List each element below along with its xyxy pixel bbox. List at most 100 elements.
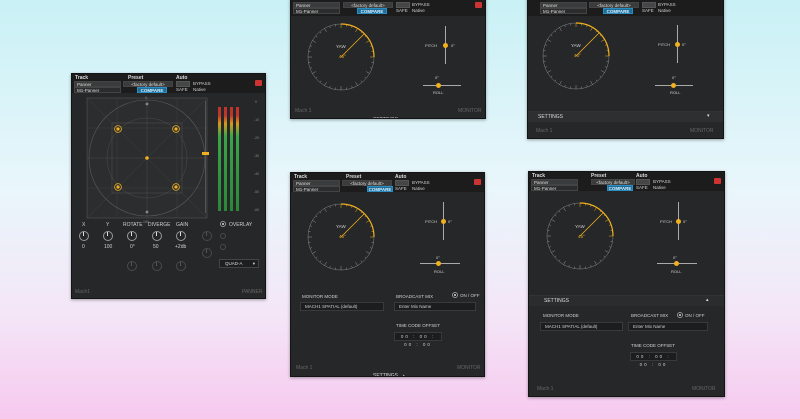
bypass-label[interactable]: BYPASS (412, 2, 430, 7)
dial-tick (604, 219, 609, 222)
settings-bar[interactable]: SETTINGS ▾ (528, 111, 723, 122)
rotate-knob[interactable] (127, 231, 137, 241)
broadcast-mix-label: BROADCAST MIX (631, 313, 669, 318)
native-label[interactable]: Native (412, 8, 425, 13)
gain-knob[interactable] (176, 231, 186, 241)
dial-tick (554, 79, 557, 82)
native-label[interactable]: Native (412, 186, 425, 191)
monitor-mode-select[interactable]: MACH1 SPATIAL (default) (540, 322, 623, 331)
dial-tick (324, 81, 327, 86)
y-knob[interactable] (103, 231, 113, 241)
compare-button[interactable]: COMPARE (357, 8, 387, 14)
bypass-label[interactable]: BYPASS (658, 2, 676, 7)
safe-label[interactable]: SAFE (395, 186, 407, 191)
settings-bar[interactable]: SETTINGS ▴ (529, 295, 724, 306)
pitch-slider-handle[interactable] (441, 219, 446, 224)
chevron-up-icon: ▴ (706, 297, 709, 303)
mix-name-input[interactable]: Enter Mix Name (628, 322, 708, 331)
yaw-label: YAW (575, 224, 585, 229)
rotate-value: 0° (130, 244, 135, 250)
dial-tick (355, 28, 358, 33)
mode-value: QUAD-A (225, 261, 243, 266)
compare-button[interactable]: COMPARE (607, 185, 633, 191)
time-code-input[interactable]: 00 : 00 : 00 : 00 (630, 352, 677, 367)
pitch-value: 0° (682, 42, 686, 47)
broadcast-on-off-radio[interactable] (452, 292, 458, 298)
panner-grid[interactable] (86, 97, 208, 219)
dial-tick (604, 250, 609, 253)
dial-tick (547, 70, 552, 73)
roll-slider-handle[interactable] (436, 261, 441, 266)
close-icon[interactable] (474, 179, 481, 185)
dial-tick (319, 211, 322, 214)
monitor-mode-select[interactable]: MACH1 SPATIAL (default) (300, 302, 384, 311)
safe-label[interactable]: SAFE (636, 185, 648, 190)
safe-label[interactable]: SAFE (176, 87, 188, 92)
dial-tick (312, 220, 317, 223)
safe-label[interactable]: SAFE (642, 8, 654, 13)
close-icon[interactable] (475, 2, 482, 8)
close-icon[interactable] (255, 80, 262, 86)
bypass-label[interactable]: BYPASS (193, 81, 211, 86)
meter-scale-label: -40 (254, 172, 260, 176)
meter-scale-label: 0 (255, 100, 257, 104)
disabled-knob (202, 231, 212, 241)
compare-button[interactable]: COMPARE (367, 186, 393, 192)
dial-tick (547, 39, 552, 42)
monitor-plugin-window: Panner M1-Panner <factory default> COMPA… (527, 0, 724, 139)
roll-slider-track[interactable] (423, 85, 461, 86)
x-knob[interactable] (79, 231, 89, 241)
param-label-rotate: ROTATE (123, 222, 143, 228)
footer-module: MONITOR (458, 108, 482, 114)
panner-bottom-dot (145, 210, 149, 214)
roll-slider-handle[interactable] (674, 261, 679, 266)
monitor-plugin-window: Panner M1-Panner <factory default> COMPA… (290, 0, 486, 119)
pitch-slider-handle[interactable] (443, 43, 448, 48)
dial-tick (365, 71, 370, 74)
roll-slider-handle[interactable] (436, 83, 441, 88)
footer-brand: Mach 1 (537, 386, 554, 392)
settings-toggle[interactable]: SETTINGS ▴ (373, 364, 405, 376)
gain-slider-track[interactable] (205, 101, 206, 213)
dial-tick (558, 259, 561, 262)
pitch-slider-handle[interactable] (675, 42, 680, 47)
native-label[interactable]: Native (653, 185, 666, 190)
dial-tick (324, 261, 327, 266)
close-icon[interactable] (714, 178, 721, 184)
compare-button[interactable]: COMPARE (603, 8, 633, 14)
settings-toggle[interactable]: SETTINGS ▾ (373, 108, 405, 118)
roll-label: ROLL (434, 269, 445, 274)
native-label[interactable]: Native (193, 87, 206, 92)
dial-tick (365, 220, 370, 223)
dial-tick (324, 208, 327, 213)
dial-tick (544, 44, 547, 46)
dial-tick (599, 259, 602, 262)
overlay-radio[interactable] (220, 221, 226, 227)
roll-value: 0° (435, 75, 439, 80)
dial-tick (590, 27, 593, 32)
mode-select[interactable]: QUAD-A ▾ (219, 259, 259, 268)
panner-center-dot[interactable] (145, 156, 149, 160)
roll-value: 0° (673, 255, 677, 260)
gain-slider-handle[interactable] (202, 152, 209, 155)
compare-button[interactable]: COMPARE (137, 87, 167, 93)
bypass-label[interactable]: BYPASS (653, 179, 671, 184)
broadcast-on-off-radio[interactable] (677, 312, 683, 318)
mix-name-input[interactable]: Enter Mix Name (394, 302, 476, 311)
footer-brand: Mach 1 (296, 365, 313, 371)
native-label[interactable]: Native (658, 8, 671, 13)
settings-label: SETTINGS (544, 298, 570, 304)
roll-slider-handle[interactable] (671, 83, 676, 88)
bypass-label[interactable]: BYPASS (412, 180, 430, 185)
yaw-value: 45° (578, 234, 585, 239)
safe-label[interactable]: SAFE (396, 8, 408, 13)
dial-tick (312, 40, 317, 43)
param-label-gain: GAIN (176, 222, 189, 228)
meter-bar (236, 107, 239, 211)
plugin-header: Track Preset Auto Panner M1-Panner <fact… (529, 172, 724, 191)
monitor-mode-label: MONITOR MODE (543, 313, 579, 318)
pitch-slider-handle[interactable] (676, 219, 681, 224)
panner-plugin-window: Track Preset Auto Panner M1-Panner <fact… (71, 73, 266, 299)
time-code-input[interactable]: 00 : 00 : 00 : 00 (394, 332, 442, 347)
diverge-knob[interactable] (152, 231, 162, 241)
